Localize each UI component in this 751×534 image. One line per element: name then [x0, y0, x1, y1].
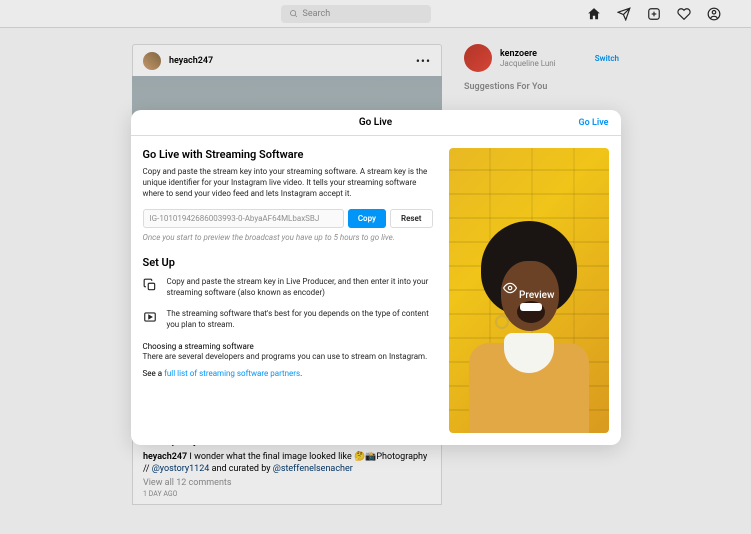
setup-step-2: The streaming software that's best for y… [167, 309, 433, 331]
see-link-text: See a full list of streaming software pa… [143, 369, 433, 378]
copy-icon [143, 278, 157, 292]
modal-header: Go Live Go Live [131, 110, 621, 136]
modal-content: Go Live with Streaming Software Copy and… [143, 148, 433, 433]
preview-pane[interactable]: Preview [449, 148, 609, 433]
partners-link[interactable]: full list of streaming software partners [164, 369, 300, 378]
section-description: Copy and paste the stream key into your … [143, 167, 433, 199]
modal-title: Go Live [359, 117, 392, 128]
choosing-description: There are several developers and program… [143, 352, 433, 361]
reset-button[interactable]: Reset [390, 209, 433, 228]
setup-step-1: Copy and paste the stream key in Live Pr… [167, 277, 433, 299]
preview-label: Preview [503, 281, 555, 301]
choosing-title: Choosing a streaming software [143, 341, 433, 352]
section-title: Go Live with Streaming Software [143, 148, 433, 161]
setup-title: Set Up [143, 256, 433, 269]
stream-hint: Once you start to preview the broadcast … [143, 233, 433, 242]
stream-key-input[interactable] [143, 209, 344, 228]
copy-button[interactable]: Copy [348, 209, 386, 228]
go-live-button[interactable]: Go Live [579, 118, 609, 128]
video-icon [143, 310, 157, 324]
go-live-modal: Go Live Go Live Go Live with Streaming S… [131, 110, 621, 445]
eye-icon [503, 281, 517, 295]
